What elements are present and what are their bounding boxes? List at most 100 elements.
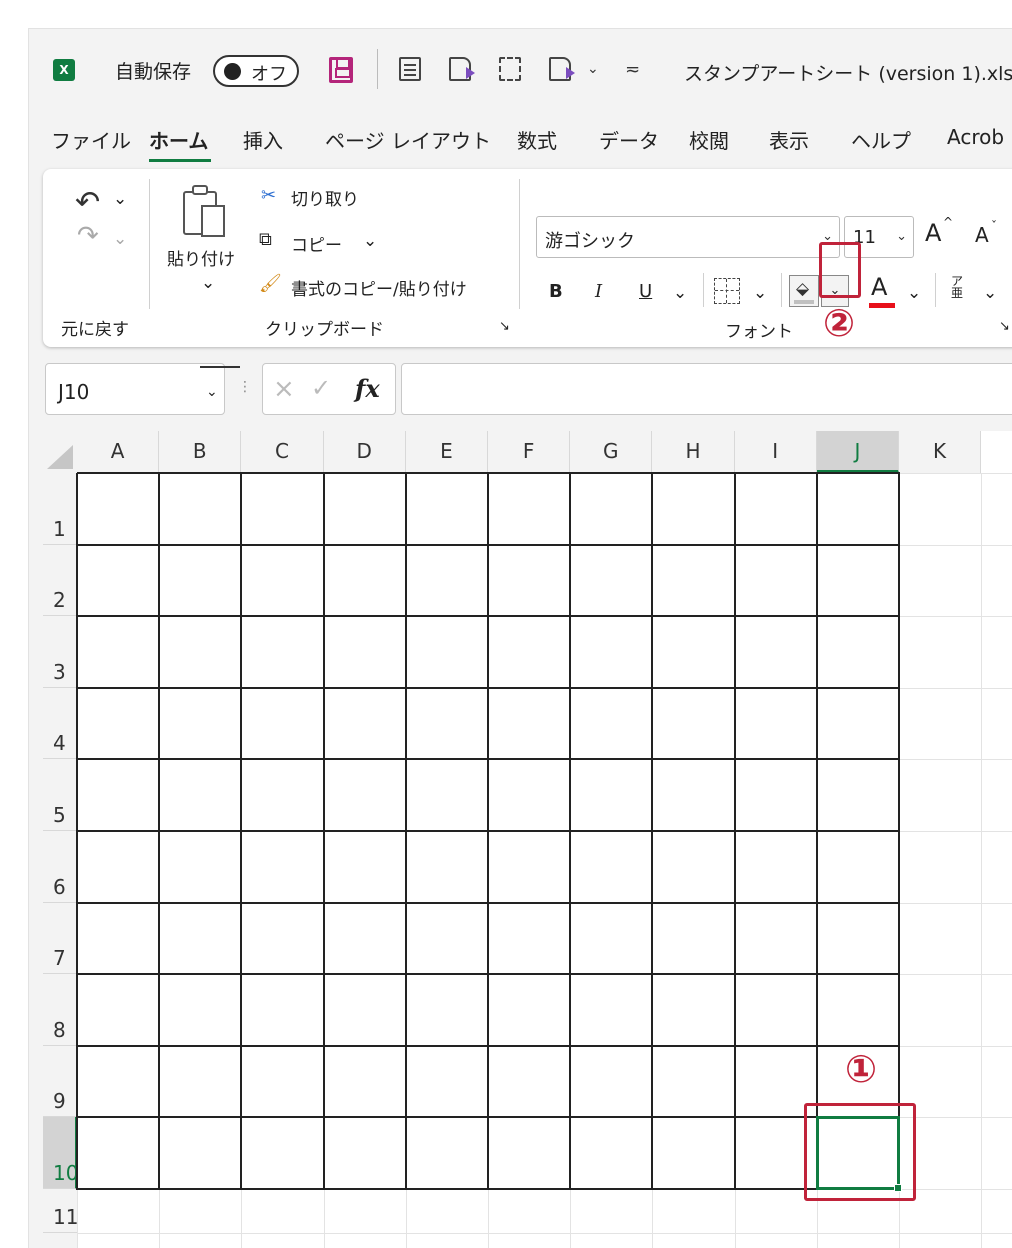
row-header-6[interactable]: 6: [43, 831, 77, 903]
tab-review[interactable]: 校閲: [689, 125, 729, 154]
clipboard-group-label: クリップボード: [265, 320, 384, 340]
cut-button[interactable]: 切り取り: [291, 185, 359, 210]
toggle-knob-icon: [224, 63, 241, 80]
row-header-2[interactable]: 2: [43, 544, 77, 617]
column-header-j[interactable]: J: [816, 431, 899, 473]
column-header-k[interactable]: K: [899, 431, 982, 473]
chevron-down-icon[interactable]: ⌄: [206, 384, 218, 400]
cell-border-horizontal: [77, 758, 900, 761]
column-header-i[interactable]: I: [734, 431, 817, 473]
gridline-horizontal: [77, 1233, 1012, 1234]
paste-button[interactable]: 貼り付け: [167, 245, 235, 270]
group-separator: [149, 179, 150, 309]
column-header-c[interactable]: C: [241, 431, 324, 473]
undo-icon[interactable]: ↶: [75, 185, 100, 220]
form-icon[interactable]: [399, 57, 421, 81]
row-header-7[interactable]: 7: [43, 902, 77, 975]
row-header-10[interactable]: 10: [43, 1117, 78, 1189]
name-box[interactable]: J10 ⌄: [45, 363, 240, 415]
underline-button[interactable]: U: [639, 281, 652, 302]
chevron-down-icon[interactable]: ⌄: [587, 61, 599, 77]
step2-highlight-box: [819, 242, 861, 298]
tab-home[interactable]: ホーム: [149, 125, 208, 154]
export-document-icon[interactable]: [549, 57, 575, 81]
clipboard-clip: [192, 185, 208, 195]
phonetic-guide-icon[interactable]: ア亜: [951, 275, 963, 299]
undo-dropdown-icon[interactable]: ⌄: [113, 189, 127, 209]
tab-help[interactable]: ヘルプ: [851, 125, 911, 154]
gridline-vertical: [981, 473, 983, 1248]
tab-data[interactable]: データ: [599, 125, 659, 154]
phonetic-dropdown-icon[interactable]: ⌄: [983, 283, 997, 303]
tab-file[interactable]: ファイル: [51, 125, 131, 154]
font-color-button[interactable]: A: [871, 273, 887, 301]
italic-button[interactable]: I: [595, 281, 602, 302]
fill-color-bar: [794, 300, 814, 304]
font-color-bar: [869, 303, 895, 308]
document-arrow-icon[interactable]: [449, 57, 475, 81]
column-header-a[interactable]: A: [77, 431, 160, 473]
font-color-dropdown-icon[interactable]: ⌄: [907, 283, 921, 303]
row-header-9[interactable]: 9: [43, 1045, 77, 1118]
bold-button[interactable]: B: [549, 281, 563, 302]
row-header-1[interactable]: 1: [43, 473, 77, 545]
row-header-3[interactable]: 3: [43, 616, 77, 688]
save-icon[interactable]: [329, 57, 353, 83]
font-launcher-icon[interactable]: ↘: [999, 319, 1010, 334]
autosave-label: 自動保存: [115, 61, 192, 83]
name-box-value: J10: [58, 380, 90, 404]
paste-icon[interactable]: [183, 185, 227, 239]
clipboard-launcher-icon[interactable]: ↘: [499, 319, 510, 334]
font-name-select[interactable]: 游ゴシック ⌄: [536, 216, 840, 258]
shrink-font-button[interactable]: A: [975, 223, 989, 247]
redo-icon[interactable]: ↷: [77, 221, 99, 251]
select-all-corner[interactable]: [43, 431, 77, 473]
column-header-h[interactable]: H: [652, 431, 735, 473]
column-header-d[interactable]: D: [323, 431, 406, 473]
autosave-toggle[interactable]: オフ: [213, 55, 299, 87]
grow-font-button[interactable]: A: [925, 219, 941, 247]
tab-insert[interactable]: 挿入: [243, 125, 283, 154]
cell-border-horizontal: [77, 830, 900, 832]
row-header-4[interactable]: 4: [43, 687, 77, 760]
row-header-5[interactable]: 5: [43, 759, 77, 831]
tab-view[interactable]: 表示: [769, 125, 809, 154]
copy-button[interactable]: コピー: [291, 231, 342, 256]
more-options-icon[interactable]: ⋮: [238, 379, 252, 395]
row-header-11[interactable]: 11: [43, 1189, 78, 1233]
column-header-e[interactable]: E: [405, 431, 488, 473]
insert-function-icon[interactable]: fx: [355, 374, 380, 403]
tab-formulas[interactable]: 数式: [517, 125, 557, 154]
cell-border-horizontal: [77, 901, 900, 904]
format-painter-button[interactable]: 書式のコピー/貼り付け: [291, 275, 467, 300]
tab-page-layout[interactable]: ページ レイアウト: [325, 125, 491, 154]
customize-toolbar-icon[interactable]: ≂: [625, 59, 640, 80]
cancel-icon[interactable]: ×: [273, 374, 295, 404]
fill-color-button[interactable]: ⬙: [789, 275, 819, 307]
column-header-g[interactable]: G: [570, 431, 653, 473]
cell-border-horizontal: [77, 1044, 900, 1047]
formula-input[interactable]: [401, 363, 1012, 415]
excel-app-icon: X: [53, 59, 75, 81]
step1-highlight-box: [804, 1103, 916, 1201]
underline-dropdown-icon[interactable]: ⌄: [673, 283, 687, 303]
column-header-f[interactable]: F: [488, 431, 571, 473]
new-document-icon[interactable]: [499, 57, 521, 81]
step2-label: ②: [823, 301, 856, 345]
cell-border-horizontal: [77, 1188, 900, 1190]
cell-border-horizontal: [77, 973, 900, 976]
font-group-label: フォント: [725, 322, 793, 342]
redo-dropdown-icon[interactable]: ⌄: [113, 229, 127, 249]
borders-dropdown-icon[interactable]: ⌄: [753, 283, 767, 303]
font-separator: [781, 273, 782, 307]
enter-icon[interactable]: ✓: [311, 374, 331, 402]
ribbon-panel: ↶ ⌄ ↷ ⌄ 元に戻す 貼り付け ⌄ ✂ 切り取り ⧉ コピー ⌄ 🖌 書式の…: [43, 169, 1012, 347]
paste-dropdown-icon[interactable]: ⌄: [201, 273, 215, 293]
row-header-12[interactable]: 12: [43, 1233, 77, 1248]
tab-acrobat[interactable]: Acrob: [947, 125, 1004, 149]
copy-dropdown-icon[interactable]: ⌄: [363, 231, 377, 251]
format-painter-icon: 🖌: [259, 273, 282, 294]
borders-icon[interactable]: [714, 278, 740, 304]
row-header-8[interactable]: 8: [43, 974, 77, 1046]
column-header-b[interactable]: B: [159, 431, 242, 473]
